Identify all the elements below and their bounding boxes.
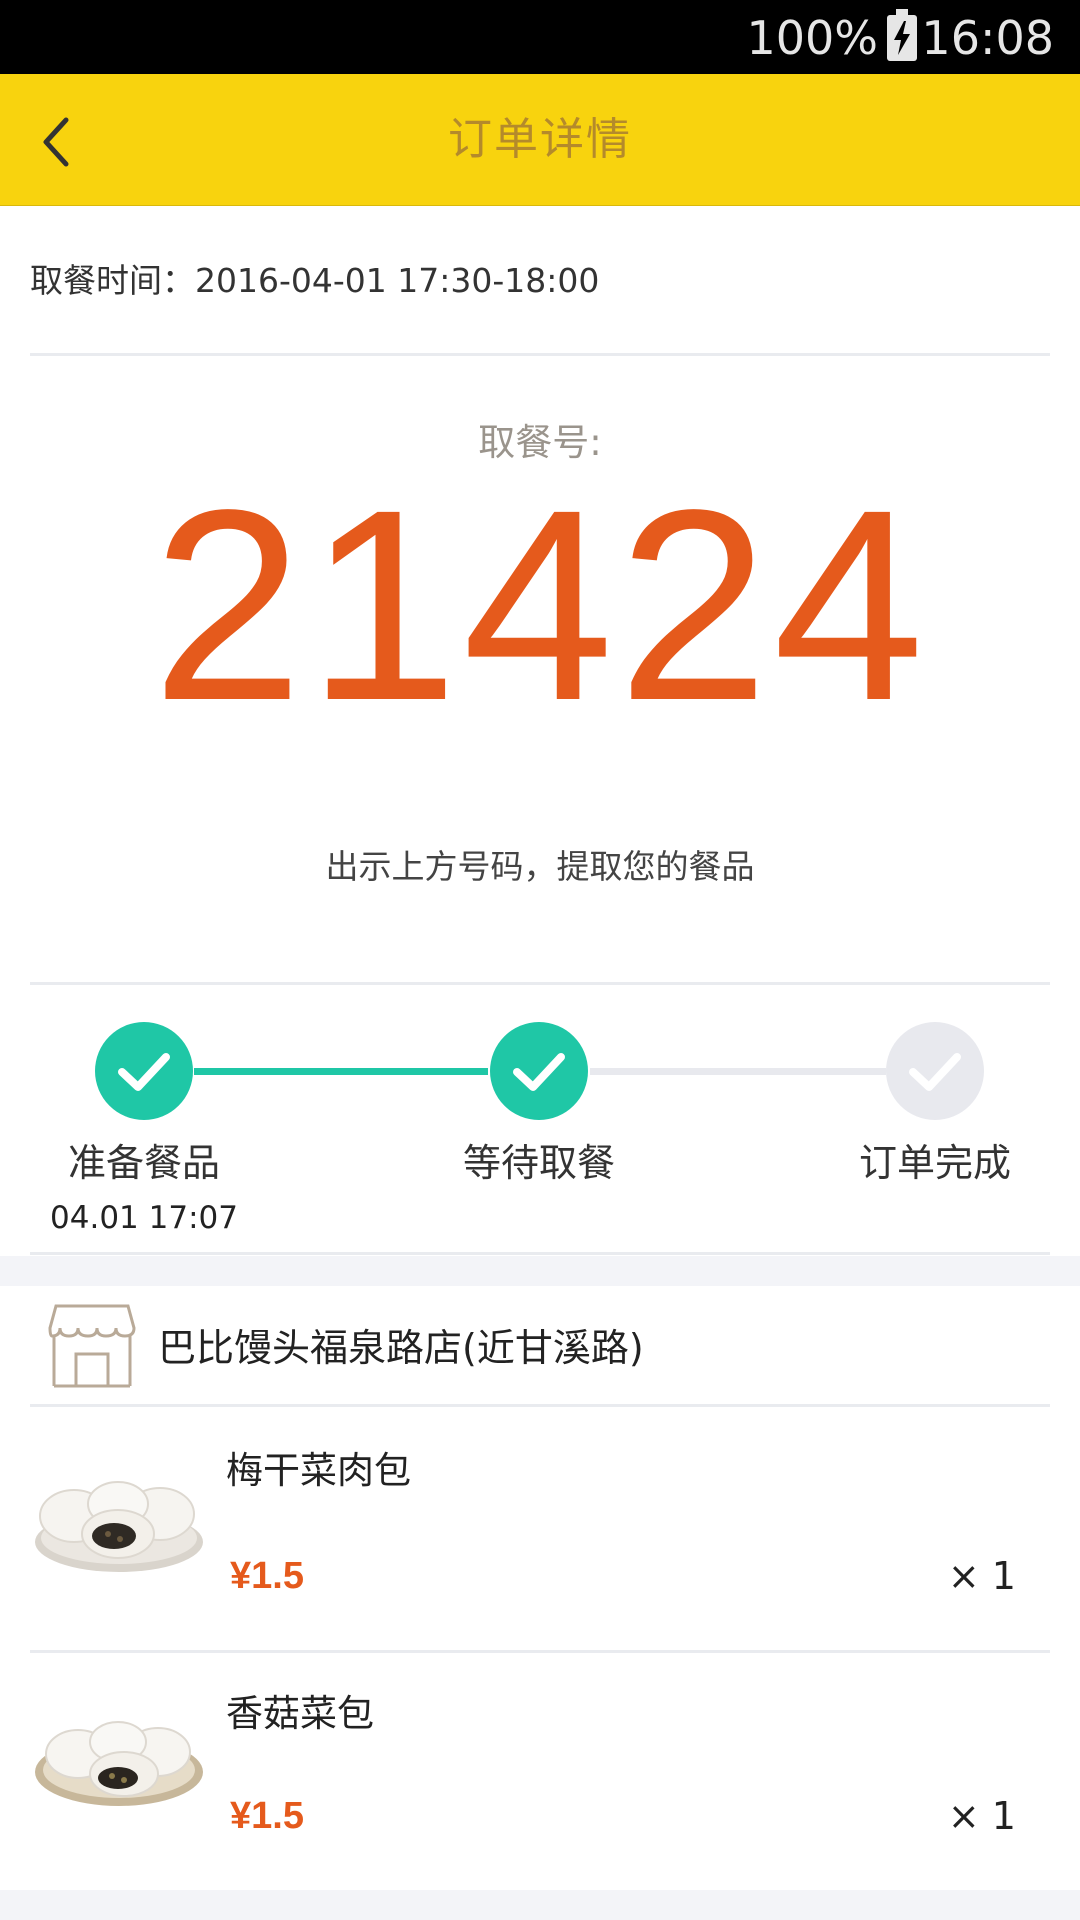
step-label-complete: 订单完成 bbox=[858, 1141, 1011, 1185]
battery-percentage: 100% bbox=[746, 11, 878, 65]
progress-line-done bbox=[194, 1068, 488, 1075]
pickup-time-label: 取餐时间： bbox=[30, 261, 195, 300]
step-label-prepare: 准备餐品 bbox=[67, 1141, 220, 1185]
item-quantity: × 1 bbox=[947, 1794, 1016, 1838]
item-price: ¥1.5 bbox=[230, 1555, 304, 1597]
step-complete-check-icon bbox=[886, 1022, 984, 1120]
pickup-code: 21424 bbox=[151, 453, 929, 757]
divider bbox=[30, 982, 1050, 985]
section-separator bbox=[0, 1256, 1080, 1286]
page-title: 订单详情 bbox=[448, 114, 632, 165]
pickup-time: 取餐时间：2016-04-01 17:30-18:00 bbox=[30, 256, 599, 306]
bun-image bbox=[32, 1708, 206, 1818]
store-icon bbox=[48, 1302, 136, 1390]
divider bbox=[30, 1404, 1050, 1407]
pickup-time-value: 2016-04-01 17:30-18:00 bbox=[195, 261, 600, 300]
bun-image bbox=[32, 1466, 206, 1576]
item-name: 香菇菜包 bbox=[226, 1692, 374, 1735]
progress-line-pending bbox=[590, 1068, 886, 1075]
battery-charging-icon bbox=[887, 9, 917, 61]
step-wait-check-icon bbox=[490, 1022, 588, 1120]
divider bbox=[30, 1252, 1050, 1255]
bottom-separator bbox=[0, 1890, 1080, 1920]
status-time: 16:08 bbox=[921, 11, 1054, 65]
status-bar: 100% 16:08 bbox=[0, 0, 1080, 74]
divider bbox=[30, 1650, 1050, 1653]
step-time-prepare: 04.01 17:07 bbox=[50, 1200, 238, 1236]
item-quantity: × 1 bbox=[947, 1554, 1016, 1598]
item-price: ¥1.5 bbox=[230, 1795, 304, 1837]
step-label-wait: 等待取餐 bbox=[462, 1141, 615, 1185]
store-name[interactable]: 巴比馒头福泉路店(近甘溪路) bbox=[158, 1320, 644, 1376]
item-name: 梅干菜肉包 bbox=[226, 1449, 411, 1492]
pickup-hint: 出示上方号码，提取您的餐品 bbox=[325, 847, 755, 886]
header-bar: 订单详情 bbox=[0, 74, 1080, 206]
divider bbox=[30, 353, 1050, 356]
step-prepare-check-icon bbox=[95, 1022, 193, 1120]
